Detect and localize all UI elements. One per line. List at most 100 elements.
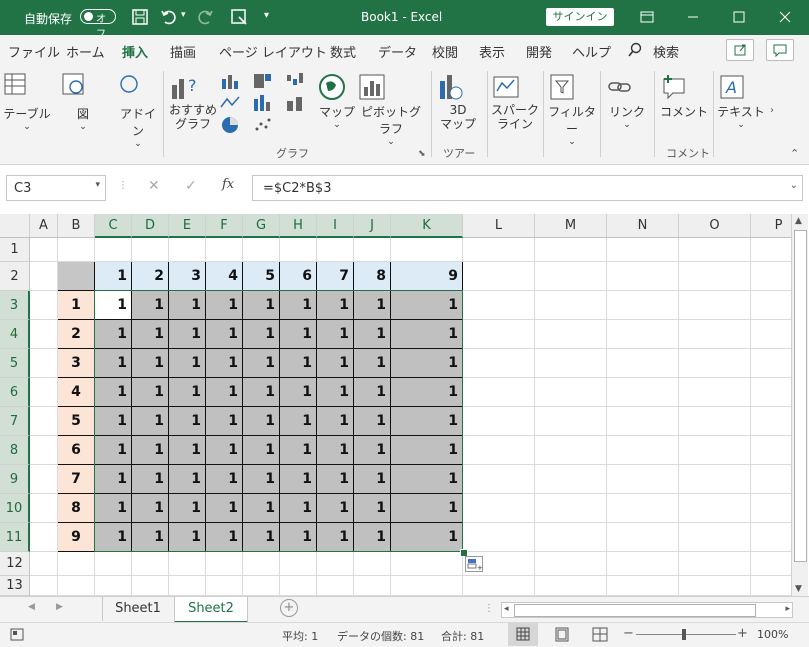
comment-button[interactable]: コメント [658, 71, 710, 120]
tab-review[interactable]: 校閲 [432, 42, 458, 61]
save-as-icon[interactable] [230, 8, 248, 26]
scatter-chart-button[interactable] [251, 115, 279, 135]
cell-d3[interactable]: 1 [132, 291, 169, 320]
close-icon[interactable] [762, 0, 808, 35]
cell-b3[interactable]: 1 [58, 291, 95, 320]
cell-j12[interactable] [354, 552, 391, 576]
statistic-chart-button[interactable] [251, 93, 279, 113]
cell-g4[interactable]: 1 [243, 320, 280, 349]
row-header-3[interactable]: 3 [0, 291, 30, 320]
maximize-icon[interactable] [716, 0, 762, 35]
cell-o7[interactable] [679, 407, 751, 436]
scrollbar-thumb[interactable] [794, 230, 807, 562]
scroll-down-icon[interactable]: ▼ [795, 584, 802, 594]
table-button[interactable]: テーブル ⌄ [2, 71, 52, 132]
cell-h13[interactable] [280, 576, 317, 596]
cell-g3[interactable]: 1 [243, 291, 280, 320]
cell-n4[interactable] [607, 320, 679, 349]
row-header-4[interactable]: 4 [0, 320, 30, 349]
cell-l1[interactable] [463, 238, 535, 262]
name-box[interactable]: C3 ▾ [6, 175, 106, 201]
cell-f10[interactable]: 1 [206, 494, 243, 523]
cell-l11[interactable] [463, 523, 535, 552]
cell-e3[interactable]: 1 [169, 291, 206, 320]
cell-e10[interactable]: 1 [169, 494, 206, 523]
cell-g2[interactable]: 5 [243, 262, 280, 291]
cell-n9[interactable] [607, 465, 679, 494]
cell-b9[interactable]: 7 [58, 465, 95, 494]
sheet-tab-sheet2[interactable]: Sheet2 [174, 597, 248, 623]
cell-e8[interactable]: 1 [169, 436, 206, 465]
cell-d4[interactable]: 1 [132, 320, 169, 349]
cell-a11[interactable] [30, 523, 58, 552]
cell-b2[interactable] [58, 262, 95, 291]
ribbon-scroll-right-icon[interactable]: › [770, 105, 774, 116]
cell-l4[interactable] [463, 320, 535, 349]
cell-a4[interactable] [30, 320, 58, 349]
cell-j8[interactable]: 1 [354, 436, 391, 465]
cell-e1[interactable] [169, 238, 206, 262]
cell-h7[interactable]: 1 [280, 407, 317, 436]
cell-d12[interactable] [132, 552, 169, 576]
signin-button[interactable]: サインイン [546, 8, 614, 26]
cell-h6[interactable]: 1 [280, 378, 317, 407]
filter-button[interactable]: フィルター ⌄ [546, 71, 598, 147]
cell-b8[interactable]: 6 [58, 436, 95, 465]
cell-g6[interactable]: 1 [243, 378, 280, 407]
page-layout-view-icon[interactable] [554, 627, 570, 642]
cell-o9[interactable] [679, 465, 751, 494]
cell-h12[interactable] [280, 552, 317, 576]
cell-o6[interactable] [679, 378, 751, 407]
comments-icon[interactable] [766, 39, 794, 61]
cell-c12[interactable] [95, 552, 132, 576]
cell-k5[interactable]: 1 [391, 349, 463, 378]
cell-c10[interactable]: 1 [95, 494, 132, 523]
cell-n12[interactable] [607, 552, 679, 576]
cell-c6[interactable]: 1 [95, 378, 132, 407]
cell-c13[interactable] [95, 576, 132, 596]
cell-h5[interactable]: 1 [280, 349, 317, 378]
link-button[interactable]: リンク ⌄ [604, 71, 650, 130]
cell-h10[interactable]: 1 [280, 494, 317, 523]
cell-j13[interactable] [354, 576, 391, 596]
collapse-ribbon-icon[interactable]: ⌃ [790, 147, 799, 160]
cell-f6[interactable]: 1 [206, 378, 243, 407]
row-header-8[interactable]: 8 [0, 436, 30, 465]
customize-qat-icon[interactable]: ▾ [264, 10, 269, 21]
cell-i6[interactable]: 1 [317, 378, 354, 407]
cell-b12[interactable] [58, 552, 95, 576]
cell-o8[interactable] [679, 436, 751, 465]
cell-k7[interactable]: 1 [391, 407, 463, 436]
cell-e12[interactable] [169, 552, 206, 576]
column-header-e[interactable]: E [169, 214, 206, 238]
cell-o2[interactable] [679, 262, 751, 291]
search-icon[interactable] [628, 42, 642, 59]
cell-l2[interactable] [463, 262, 535, 291]
cell-d10[interactable]: 1 [132, 494, 169, 523]
normal-view-icon[interactable] [508, 623, 538, 646]
scroll-left-icon[interactable]: ◂ [504, 604, 509, 614]
cell-g8[interactable]: 1 [243, 436, 280, 465]
maps-button[interactable]: マップ ⌄ [316, 71, 358, 130]
cell-j10[interactable]: 1 [354, 494, 391, 523]
pivot-chart-button[interactable]: ピボットグラフ ⌄ [356, 71, 426, 147]
cell-l13[interactable] [463, 576, 535, 596]
cell-b7[interactable]: 5 [58, 407, 95, 436]
cell-g1[interactable] [243, 238, 280, 262]
combo-chart-button[interactable] [284, 93, 312, 113]
cell-c3[interactable]: 1 [95, 291, 132, 320]
cell-i11[interactable]: 1 [317, 523, 354, 552]
cell-c1[interactable] [95, 238, 132, 262]
cell-i2[interactable]: 7 [317, 262, 354, 291]
column-header-n[interactable]: N [607, 214, 679, 238]
cell-c11[interactable]: 1 [95, 523, 132, 552]
cell-j11[interactable]: 1 [354, 523, 391, 552]
column-header-a[interactable]: A [30, 214, 58, 238]
new-sheet-icon[interactable]: + [280, 599, 298, 617]
undo-icon[interactable] [160, 8, 178, 26]
undo-dropdown-icon[interactable]: ▾ [181, 10, 186, 20]
cell-b13[interactable] [58, 576, 95, 596]
cell-h11[interactable]: 1 [280, 523, 317, 552]
cell-h3[interactable]: 1 [280, 291, 317, 320]
tab-help[interactable]: ヘルプ [572, 42, 611, 61]
